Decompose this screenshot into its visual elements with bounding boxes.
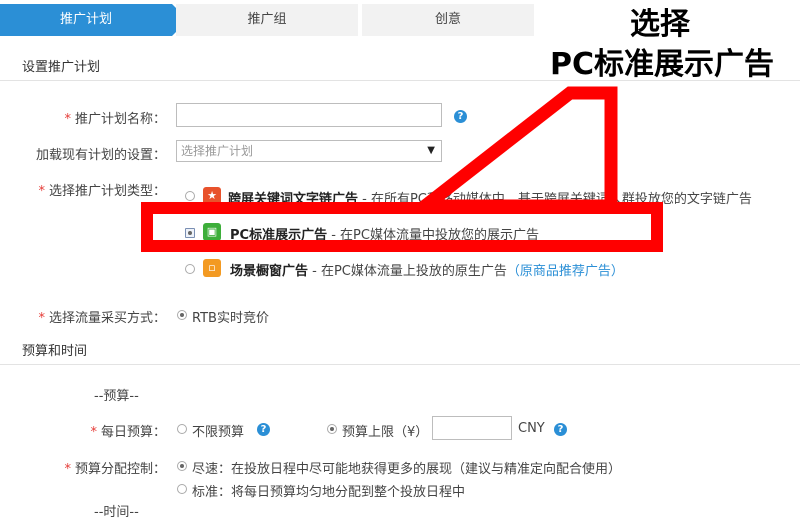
highlight-box [141, 202, 663, 252]
annotation-line2: PC标准展示广告 [549, 47, 774, 82]
annotation-line1: 选择 [630, 7, 690, 42]
arrow-pointer [406, 86, 618, 213]
